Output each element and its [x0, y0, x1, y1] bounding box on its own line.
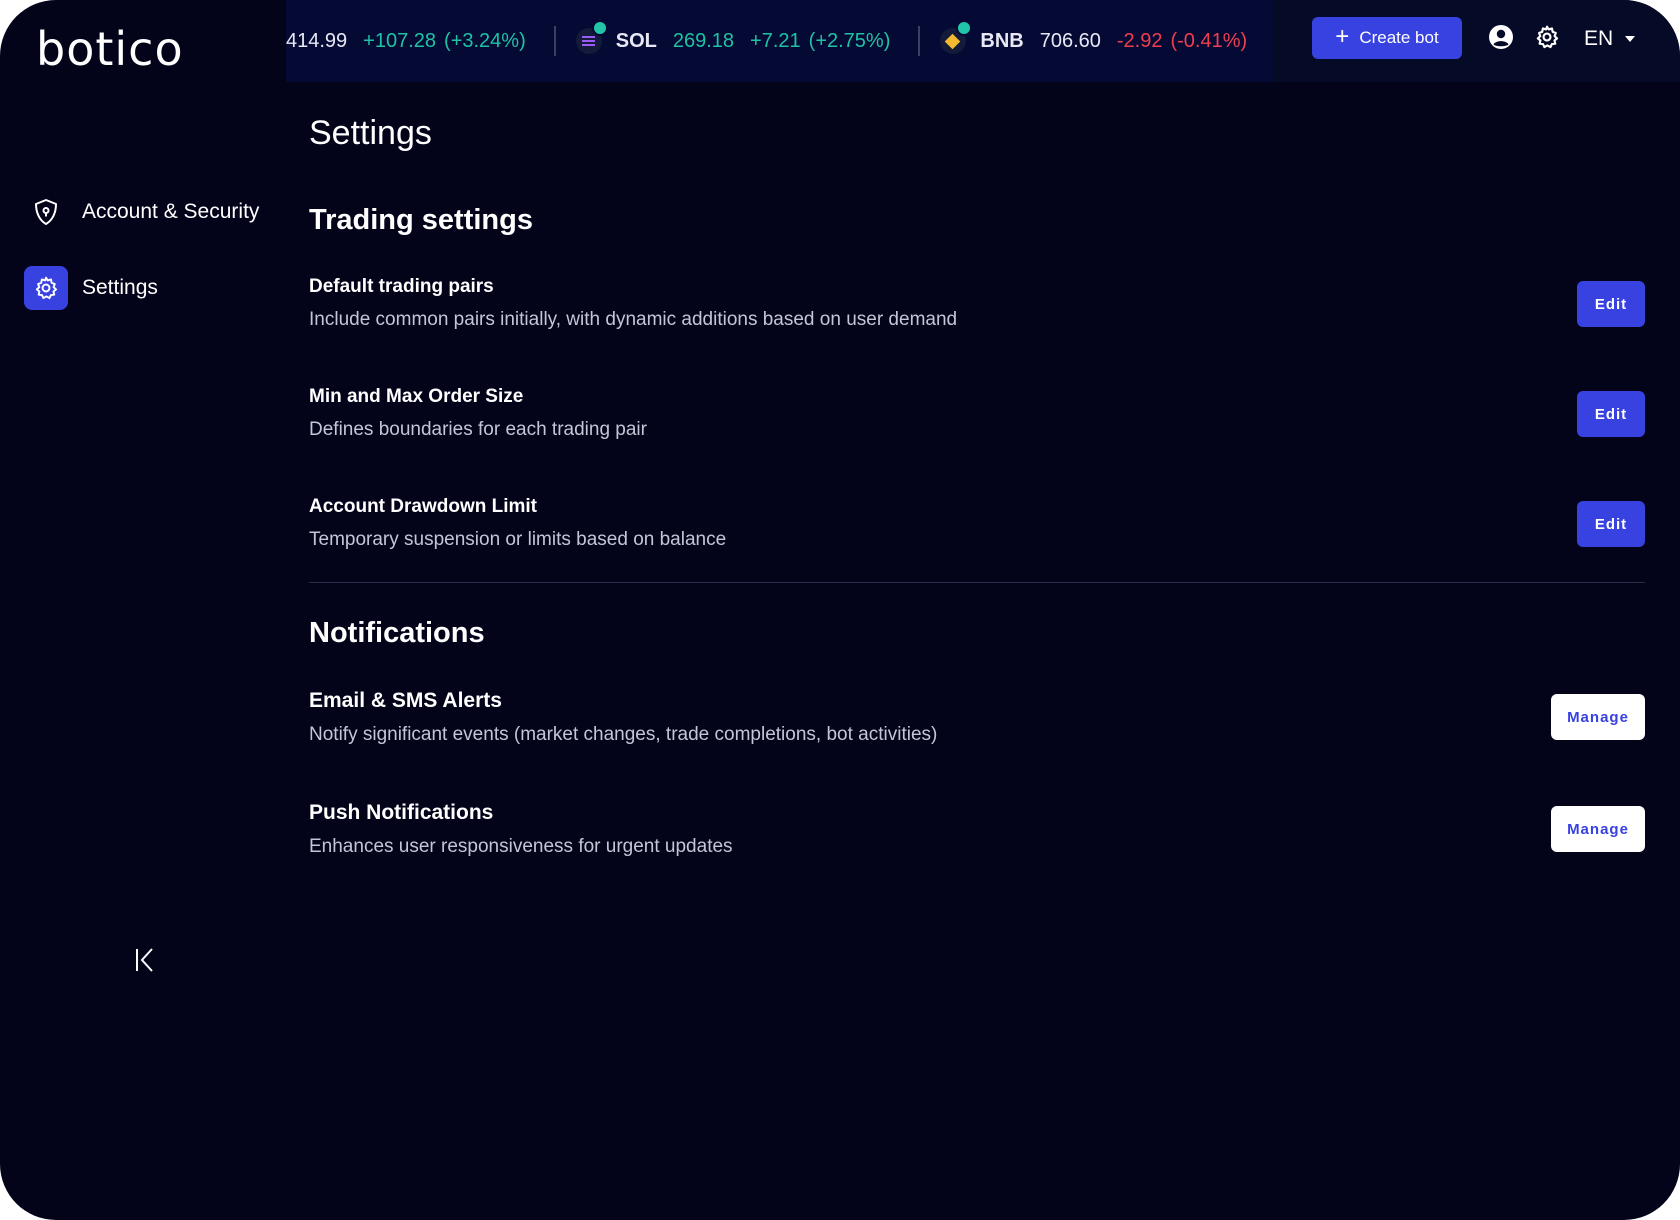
ticker-price: 269.18	[672, 29, 735, 52]
settings-gear-icon	[1536, 25, 1559, 49]
setting-title: Min and Max Order Size	[309, 386, 524, 407]
sidebar-item-settings[interactable]: Settings	[24, 266, 158, 310]
sidebar-item-label: Account & Security	[82, 200, 260, 223]
setting-description: Defines boundaries for each trading pair	[309, 419, 647, 440]
ticker-percent: (-0.41%)	[1170, 29, 1248, 52]
language-label: EN	[1584, 27, 1614, 50]
collapse-left-icon	[136, 948, 153, 972]
ticker-symbol: SOL	[615, 29, 657, 52]
app-window: botico 414.99 +107.28 (+3.24%) SOL 269.1…	[0, 0, 1680, 1220]
brand-logo[interactable]: botico	[36, 22, 184, 76]
section-divider	[309, 582, 1645, 583]
ticker-percent: (+3.24%)	[444, 29, 526, 52]
plus-icon: +	[1335, 23, 1350, 50]
setting-row-default-trading-pairs: Default trading pairs Include common pai…	[309, 276, 1645, 331]
coin-badge-icon	[956, 20, 973, 36]
ticker-price: 706.60	[1039, 29, 1101, 52]
setting-description: Temporary suspension or limits based on …	[309, 529, 727, 550]
collapse-sidebar-button[interactable]	[130, 940, 160, 980]
setting-description: Notify significant events (market change…	[309, 724, 938, 745]
setting-description: Include common pairs initially, with dyn…	[309, 309, 958, 330]
setting-description: Enhances user responsiveness for urgent …	[309, 836, 733, 857]
settings-button[interactable]	[1530, 20, 1564, 54]
manage-email-sms-button[interactable]: Manage	[1551, 694, 1645, 740]
coin-badge-icon	[591, 20, 608, 36]
ticker-change: +107.28	[363, 29, 437, 52]
sidebar-item-account-security[interactable]: Account & Security	[24, 190, 259, 234]
setting-row-email-sms-alerts: Email & SMS Alerts Notify significant ev…	[309, 689, 1645, 746]
edit-order-size-button[interactable]: Edit	[1577, 391, 1645, 437]
setting-title: Email & SMS Alerts	[309, 689, 502, 712]
sidebar-item-label: Settings	[82, 276, 158, 299]
ticker-price: 414.99	[286, 29, 348, 52]
edit-default-trading-pairs-button[interactable]: Edit	[1577, 281, 1645, 327]
bnb-coin-icon	[940, 20, 973, 54]
ticker-change: -2.92	[1116, 29, 1163, 52]
ticker-percent: (+2.75%)	[808, 29, 891, 52]
ticker-separator	[553, 26, 556, 56]
ticker-item[interactable]: SOL 269.18 +7.21 (+2.75%)	[575, 0, 941, 82]
setting-title: Push Notifications	[309, 801, 494, 824]
edit-drawdown-limit-button[interactable]: Edit	[1577, 501, 1645, 547]
price-ticker: 414.99 +107.28 (+3.24%) SOL 269.18 +7.21…	[286, 0, 1274, 82]
manage-push-notifications-button[interactable]: Manage	[1551, 806, 1645, 852]
solana-coin-icon	[575, 20, 608, 54]
chevron-down-icon	[1625, 36, 1636, 42]
setting-row-push-notifications: Push Notifications Enhances user respons…	[309, 801, 1645, 858]
top-bar: botico 414.99 +107.28 (+3.24%) SOL 269.1…	[0, 0, 1680, 82]
ticker-separator	[918, 26, 921, 56]
page-title: Settings	[309, 114, 432, 152]
setting-title: Account Drawdown Limit	[309, 496, 537, 517]
setting-row-drawdown-limit: Account Drawdown Limit Temporary suspens…	[309, 496, 1645, 551]
ticker-item[interactable]: 414.99 +107.28 (+3.24%)	[286, 0, 576, 82]
ticker-track: 414.99 +107.28 (+3.24%) SOL 269.18 +7.21…	[286, 0, 1274, 82]
setting-title: Default trading pairs	[309, 276, 494, 297]
create-bot-label: Create bot	[1359, 28, 1439, 47]
create-bot-button[interactable]: + Create bot	[1312, 17, 1462, 59]
trading-settings-heading: Trading settings	[309, 204, 533, 236]
user-account-icon	[1489, 25, 1513, 49]
header-actions: + Create bot EN	[1274, 0, 1680, 82]
setting-row-order-size: Min and Max Order Size Defines boundarie…	[309, 386, 1645, 441]
gear-icon	[35, 276, 58, 300]
language-selector[interactable]: EN	[1584, 22, 1636, 56]
sidebar-icon-wrap	[24, 266, 68, 310]
sidebar-icon-wrap	[24, 190, 68, 234]
user-account-button[interactable]	[1484, 20, 1518, 54]
notifications-heading: Notifications	[309, 617, 485, 649]
ticker-symbol: BNB	[980, 29, 1024, 52]
shield-icon	[35, 199, 57, 225]
ticker-change: +7.21	[750, 29, 801, 52]
ticker-item[interactable]: BNB 706.60 -2.92 (-0.41%)	[940, 0, 1274, 82]
